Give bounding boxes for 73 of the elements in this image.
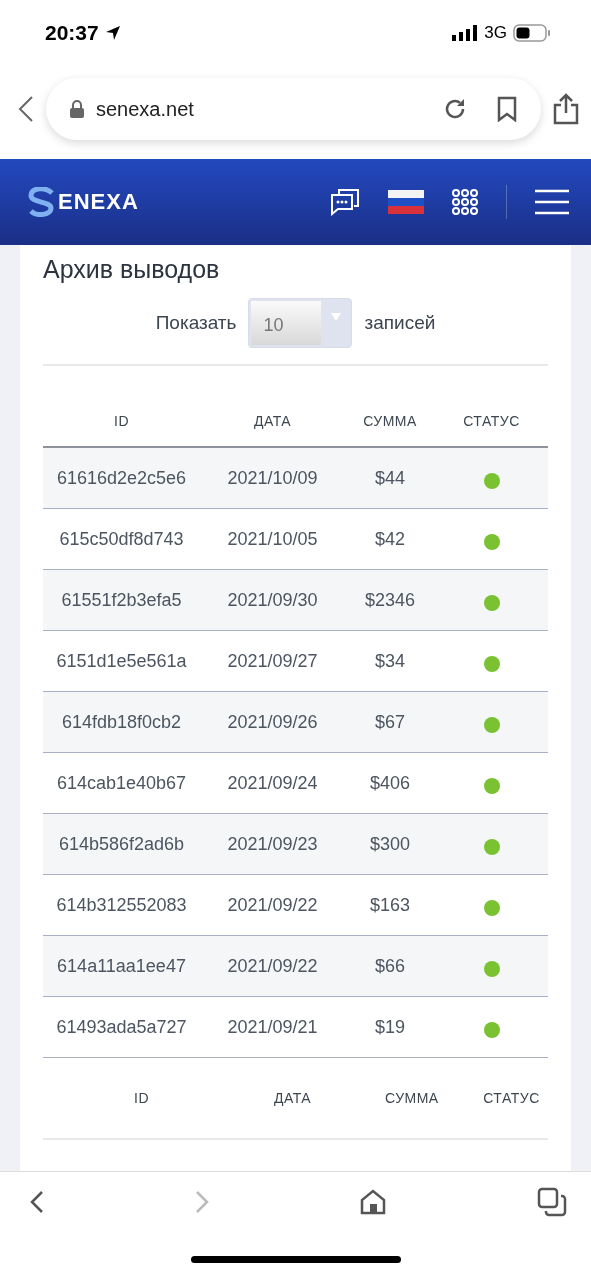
date-cell-text: 2021/09/30 [226, 589, 319, 611]
id-cell-text: 61616d2e2c5e6 [55, 467, 188, 489]
page-title: Архив выводов [43, 255, 221, 284]
url-text: senexa.net [96, 97, 195, 121]
clock: 20:37 [45, 20, 99, 45]
id-cell-text: 614a11aa1ee47 [56, 955, 187, 977]
amount-cell-text: $300 [368, 833, 411, 855]
column-footer: ДАТА [200, 1090, 345, 1106]
back-icon [30, 1190, 44, 1214]
bookmark-button[interactable] [497, 96, 517, 122]
id-cell-text: 615c50df8d743 [58, 528, 185, 550]
date-cell-text: 2021/09/27 [226, 650, 319, 672]
id-cell-text: 614b586f2ad6b [57, 833, 186, 855]
show-label: Показать [155, 312, 237, 334]
amount-cell-text: $67 [373, 711, 406, 733]
id-cell-text: 6151d1e5e561a [55, 650, 188, 672]
signal-icon [452, 24, 479, 41]
chat-button[interactable] [330, 188, 360, 216]
chat-icon [330, 188, 360, 216]
date-cell-text: 2021/10/09 [226, 467, 319, 489]
amount-cell-text: $42 [373, 528, 406, 550]
date-cell-text: 2021/10/05 [226, 528, 319, 550]
id-cell-text: 614cab1e40b67 [55, 772, 188, 794]
date-cell-text: 2021/09/22 [226, 955, 319, 977]
lock-icon [70, 100, 84, 118]
language-button[interactable] [388, 190, 424, 214]
amount-cell-text: $163 [368, 894, 411, 916]
menu-icon [535, 189, 569, 215]
flag-icon [388, 190, 424, 214]
id-cell-text: 614b312552083 [55, 894, 188, 916]
date-cell-text: 2021/09/21 [226, 1016, 319, 1038]
amount-cell-text: $34 [373, 650, 406, 672]
column-header[interactable]: СТАТУС [435, 383, 548, 429]
page-size-select[interactable]: 10 [248, 298, 353, 348]
id-cell-text: 61493ada5a727 [55, 1016, 188, 1038]
back-button[interactable] [30, 1190, 44, 1214]
home-icon [360, 1189, 386, 1215]
tabs-button[interactable] [537, 1187, 567, 1217]
site-logo[interactable]: ENEXA [26, 187, 139, 217]
network-type: 3G [484, 22, 507, 43]
column-footer: ID [43, 1090, 200, 1106]
amount-cell-text: $44 [373, 467, 406, 489]
share-icon [553, 93, 579, 125]
reload-button[interactable] [443, 97, 467, 121]
date-cell-text: 2021/09/24 [226, 772, 319, 794]
location-arrow-icon [104, 24, 121, 41]
reload-icon [443, 97, 467, 121]
date-cell-text: 2021/09/22 [226, 894, 319, 916]
apps-button[interactable] [452, 189, 478, 215]
column-header[interactable]: ID [43, 383, 200, 429]
forward-icon [195, 1190, 209, 1214]
battery-icon [513, 23, 551, 42]
dropdown-caret-icon [331, 313, 342, 321]
date-cell-text: 2021/09/23 [226, 833, 319, 855]
amount-cell-text: $66 [373, 955, 406, 977]
entries-label: записей [364, 312, 436, 334]
tabs-icon [537, 1187, 567, 1217]
menu-button[interactable] [535, 189, 569, 215]
id-cell-text: 61551f2b3efa5 [60, 589, 183, 611]
date-cell-text: 2021/09/26 [226, 711, 319, 733]
id-cell-text: 614fdb18f0cb2 [60, 711, 183, 733]
home-button[interactable] [360, 1189, 386, 1215]
bookmark-icon [497, 96, 517, 122]
amount-cell-text: $406 [368, 772, 411, 794]
grid-dots-icon [452, 189, 478, 215]
back-button[interactable] [18, 95, 34, 123]
address-bar[interactable]: senexa.net [46, 78, 541, 140]
column-header[interactable]: ДАТА [200, 383, 345, 429]
share-button[interactable] [553, 93, 579, 125]
amount-cell-text: $2346 [363, 589, 417, 611]
amount-cell-text: $19 [373, 1016, 406, 1038]
column-header[interactable]: СУММА [345, 383, 435, 429]
back-icon [18, 95, 34, 123]
